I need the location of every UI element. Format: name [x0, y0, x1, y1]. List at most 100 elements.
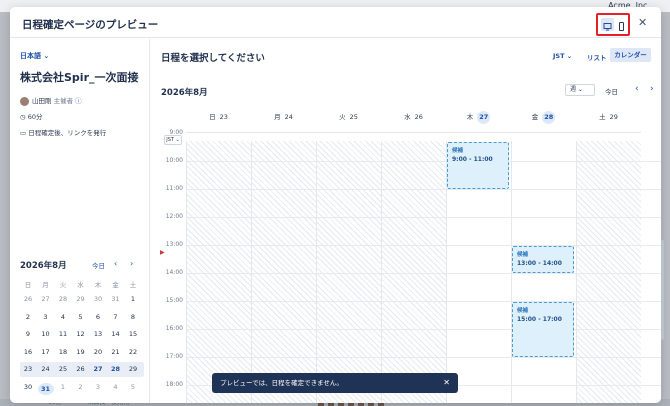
today-button[interactable]: 今日: [605, 86, 618, 96]
desktop-view-button[interactable]: [601, 18, 614, 31]
mini-day[interactable]: 24: [38, 365, 54, 373]
time-label: 12:00: [165, 213, 183, 220]
schedule-panel: 日程を選択してください JST ⌄ リスト カレンダー 2026年8月 週 ⌄ …: [151, 39, 661, 403]
mini-day[interactable]: 3: [90, 383, 106, 391]
mini-weekday: 土: [129, 281, 137, 289]
info-icon[interactable]: ⓘ: [75, 97, 82, 105]
mini-day[interactable]: 28: [55, 295, 71, 303]
week-calendar: JST ⌄ ▶ 日 23 月 24 火 25 水 26 木 27 金 28 土 29 9:00 10:00 11…: [160, 104, 661, 403]
mini-day[interactable]: 29: [125, 365, 141, 373]
toast-message: プレビューでは、日程を確定できません。: [220, 379, 343, 387]
day-label: 水 26: [381, 111, 446, 121]
candidate-slot[interactable]: 候補 15:00 - 17:00: [512, 302, 574, 357]
mini-day[interactable]: 22: [125, 348, 141, 356]
calendar-view-button[interactable]: カレンダー: [610, 48, 651, 62]
modal-header: 日程確定ページのプレビュー ✕: [10, 7, 661, 38]
mini-day[interactable]: 4: [55, 313, 71, 321]
mini-day[interactable]: 26: [20, 295, 36, 303]
close-icon[interactable]: ✕: [638, 16, 647, 29]
slot-label: 候補: [452, 148, 464, 154]
day-number: 24: [284, 113, 293, 121]
time-label: 15:00: [165, 297, 183, 304]
calendar-scrollbar[interactable]: [661, 240, 664, 340]
timezone-select[interactable]: JST ⌄: [553, 52, 572, 60]
mini-day[interactable]: 14: [108, 330, 124, 338]
mini-day[interactable]: 28: [108, 365, 124, 373]
monitor-icon: [603, 23, 612, 31]
time-label: 13:00: [165, 241, 183, 248]
mini-day[interactable]: 31: [37, 382, 54, 395]
day-header: 木 27: [446, 104, 511, 133]
hour-line: [186, 161, 661, 162]
mini-day[interactable]: 30: [90, 295, 106, 303]
mini-day[interactable]: 15: [125, 330, 141, 338]
prev-week-button[interactable]: ‹: [635, 84, 639, 94]
avatar: [20, 96, 29, 106]
mini-day[interactable]: 1: [55, 383, 71, 391]
calendar-timezone-select[interactable]: JST ⌄: [164, 135, 182, 145]
weekday-name: 月: [274, 113, 281, 121]
mini-day[interactable]: 17: [38, 348, 54, 356]
mini-day[interactable]: 1: [125, 295, 141, 303]
mini-day[interactable]: 31: [108, 295, 124, 303]
candidate-slot[interactable]: 候補 13:00 - 14:00: [512, 246, 574, 273]
mini-prev-button[interactable]: ‹: [114, 259, 117, 268]
mini-day[interactable]: 9: [20, 330, 36, 338]
phone-icon: [619, 22, 624, 31]
mini-day[interactable]: 2: [73, 383, 89, 391]
current-time-marker: ▶: [160, 249, 165, 256]
day-column: [251, 141, 316, 403]
hour-line: [186, 273, 661, 274]
mini-day[interactable]: 27: [90, 365, 106, 373]
time-label: 16:00: [165, 325, 183, 332]
mobile-view-button[interactable]: [615, 18, 628, 31]
next-week-button[interactable]: ›: [650, 84, 654, 94]
mini-day[interactable]: 29: [73, 295, 89, 303]
mini-day[interactable]: 20: [90, 348, 106, 356]
preview-modal: 日程確定ページのプレビュー ✕ 日本語 ⌄ 株式会社Spir_一次面接 山田剛 …: [10, 7, 661, 403]
hour-line: [186, 301, 661, 302]
mini-day[interactable]: 16: [20, 348, 36, 356]
mini-day[interactable]: 5: [73, 313, 89, 321]
mini-next-button[interactable]: ›: [130, 259, 133, 268]
mini-day[interactable]: 2: [20, 313, 36, 321]
mini-day[interactable]: 3: [38, 313, 54, 321]
mini-day[interactable]: 30: [20, 383, 36, 391]
mini-day[interactable]: 13: [90, 330, 106, 338]
language-select[interactable]: 日本語 ⌄: [20, 51, 49, 61]
toast-close-icon[interactable]: ✕: [443, 373, 450, 393]
mini-day[interactable]: 8: [125, 313, 141, 321]
mini-day[interactable]: 4: [108, 383, 124, 391]
mini-day[interactable]: 5: [125, 383, 141, 391]
day-number: 28: [542, 111, 556, 124]
day-header: 水 26: [381, 104, 446, 133]
week-select[interactable]: 週 ⌄: [565, 84, 595, 96]
hour-line: [186, 329, 661, 330]
day-number: 25: [349, 113, 358, 121]
mini-day[interactable]: 6: [90, 313, 106, 321]
slot-label: 候補: [517, 308, 529, 314]
mini-day[interactable]: 12: [73, 330, 89, 338]
mini-weekday: 月: [42, 281, 49, 289]
mini-weekday: 火: [59, 281, 67, 289]
mini-day[interactable]: 11: [55, 330, 71, 338]
mini-day[interactable]: 23: [20, 365, 36, 373]
mini-day[interactable]: 21: [108, 348, 124, 356]
mini-day[interactable]: 7: [108, 313, 124, 321]
mini-day[interactable]: 10: [38, 330, 54, 338]
mini-day[interactable]: 19: [73, 348, 89, 356]
mini-today-button[interactable]: 今日: [92, 260, 105, 270]
list-view-button[interactable]: リスト: [587, 52, 607, 62]
mini-day[interactable]: 25: [55, 365, 71, 373]
mini-day[interactable]: 18: [55, 348, 71, 356]
weekday-name: 水: [404, 113, 411, 121]
day-header: 月 24: [251, 104, 316, 133]
slot-time: 13:00 - 14:00: [517, 260, 562, 267]
mini-day[interactable]: 26: [73, 365, 89, 373]
candidate-slot[interactable]: 候補 9:00 - 11:00: [447, 142, 509, 189]
day-number: 27: [477, 111, 491, 124]
day-label: 日 23: [186, 111, 251, 121]
mini-day[interactable]: 27: [38, 295, 54, 303]
video-icon: ▭: [20, 129, 27, 137]
hour-line: [186, 245, 661, 246]
